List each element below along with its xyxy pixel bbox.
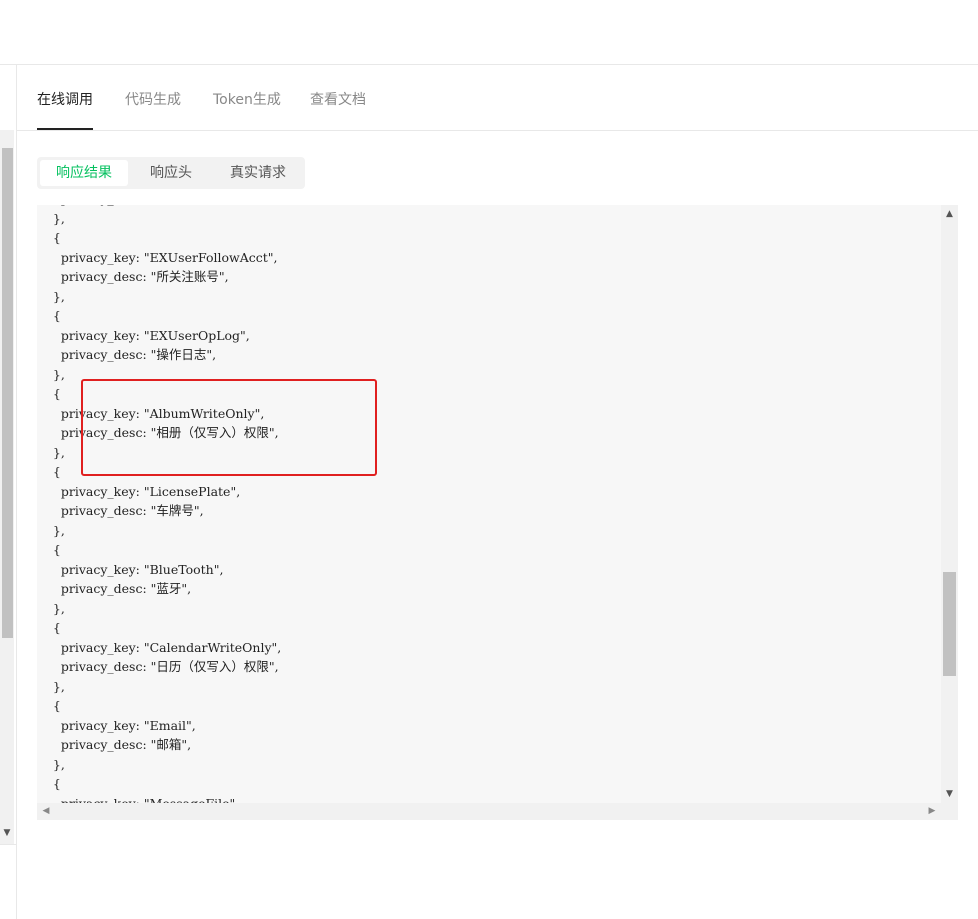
- code-line: privacy_key: "BlueTooth",: [37, 561, 224, 577]
- code-horizontal-scrollbar[interactable]: ◀ ▶: [37, 803, 941, 820]
- code-vertical-scrollbar-thumb[interactable]: [943, 572, 956, 676]
- code-line: {: [37, 620, 61, 635]
- code-line: },: [37, 522, 65, 538]
- left-scrollbar-thumb[interactable]: [2, 148, 13, 638]
- code-line: privacy_desc: "日历（仅写入）权限",: [37, 659, 279, 674]
- main-tabs: 在线调用 代码生成 Token生成 查看文档: [17, 65, 978, 131]
- scrollbar-corner: [941, 803, 958, 820]
- code-line: privacy_key: "MessageFile",: [37, 795, 240, 804]
- code-line: {: [37, 386, 61, 401]
- code-line: privacy_key: "LicensePlate",: [37, 483, 241, 499]
- code-line: },: [37, 678, 65, 694]
- code-line: privacy_desc: "所关注账号",: [37, 269, 229, 284]
- code-line: {: [37, 776, 61, 791]
- top-bar: [0, 0, 978, 65]
- response-code-view[interactable]: privacy_desc: "...", }, { privacy_key: "…: [37, 205, 941, 803]
- left-scroll-down-icon[interactable]: ▼: [0, 826, 14, 840]
- code-line: },: [37, 210, 65, 226]
- code-vertical-scrollbar[interactable]: ▲ ▼: [941, 205, 958, 803]
- code-line: privacy_desc: "操作日志",: [37, 347, 217, 362]
- tab-token-gen[interactable]: Token生成: [213, 89, 281, 109]
- tab-view-docs[interactable]: 查看文档: [310, 89, 366, 109]
- code-line: {: [37, 230, 61, 245]
- code-line: },: [37, 288, 65, 304]
- code-line: {: [37, 464, 61, 479]
- code-lines: privacy_desc: "...", }, { privacy_key: "…: [37, 205, 281, 803]
- tab-response-headers[interactable]: 响应头: [131, 160, 211, 186]
- code-line: },: [37, 600, 65, 616]
- code-line: privacy_key: "EXUserFollowAcct",: [37, 249, 278, 265]
- code-line: privacy_desc: "蓝牙",: [37, 581, 192, 596]
- code-line: },: [37, 444, 65, 460]
- scroll-down-icon[interactable]: ▼: [941, 787, 958, 801]
- code-line: privacy_desc: "相册（仅写入）权限",: [37, 425, 279, 440]
- code-line: },: [37, 756, 65, 772]
- tab-response-result[interactable]: 响应结果: [40, 160, 128, 186]
- code-line: privacy_key: "EXUserOpLog",: [37, 327, 250, 343]
- code-line: },: [37, 366, 65, 382]
- code-line: privacy_key: "AlbumWriteOnly",: [37, 405, 265, 421]
- code-line: privacy_desc: "邮箱",: [37, 737, 192, 752]
- code-line: {: [37, 542, 61, 557]
- scroll-left-icon[interactable]: ◀: [39, 803, 53, 820]
- scroll-right-icon[interactable]: ▶: [925, 803, 939, 820]
- code-line: privacy_desc: "车牌号",: [37, 503, 204, 518]
- code-line: {: [37, 308, 61, 323]
- code-line: privacy_key: "Email",: [37, 717, 196, 733]
- tab-real-request[interactable]: 真实请求: [214, 160, 302, 186]
- scroll-up-icon[interactable]: ▲: [941, 207, 958, 221]
- result-tabs: 响应结果 响应头 真实请求: [37, 157, 305, 189]
- tab-online-call[interactable]: 在线调用: [37, 89, 93, 109]
- left-divider: [0, 844, 16, 845]
- code-line: {: [37, 698, 61, 713]
- active-tab-indicator: [37, 128, 93, 130]
- code-line: privacy_key: "CalendarWriteOnly",: [37, 639, 282, 655]
- tab-code-gen[interactable]: 代码生成: [125, 89, 181, 109]
